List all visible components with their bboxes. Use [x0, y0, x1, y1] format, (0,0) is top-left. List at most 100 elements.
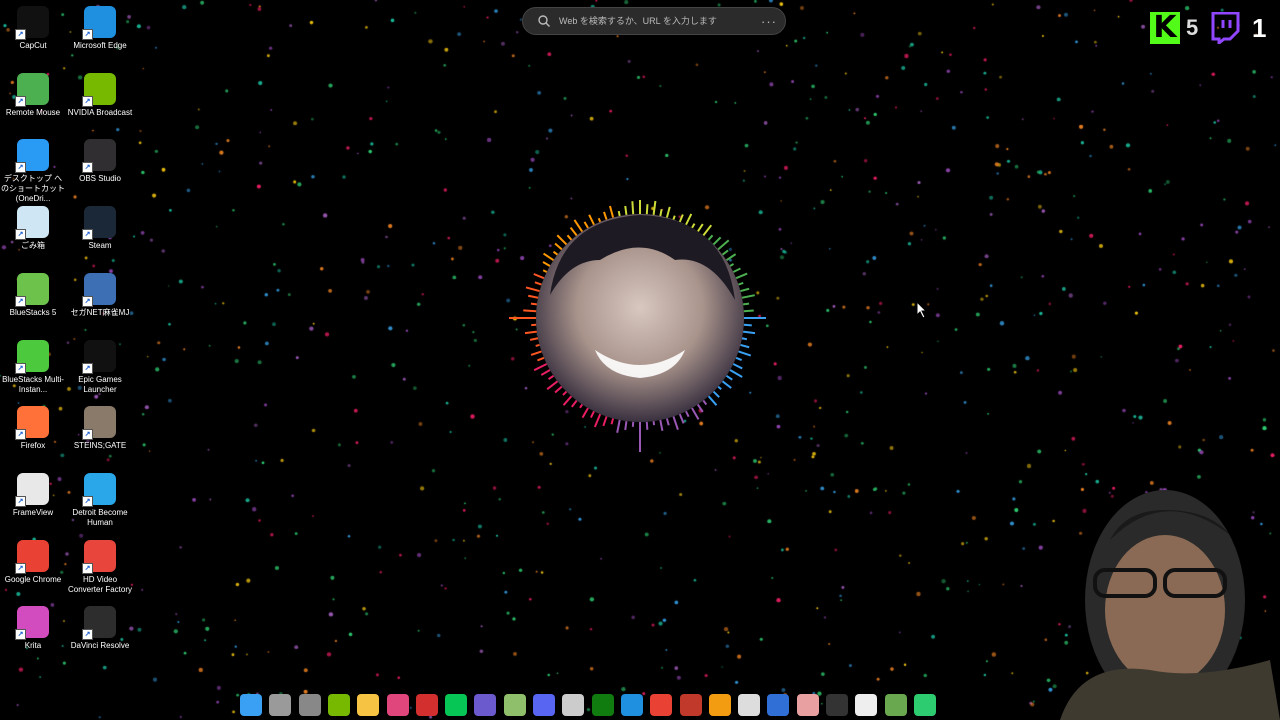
epic-games-icon: ↗ [82, 339, 116, 374]
desktop-shortcut[interactable]: ↗ DaVinci Resolve [67, 606, 133, 651]
visualizer-bar [617, 210, 621, 217]
desktop-shortcut[interactable]: ↗ デスクトップ へのショートカット (OneDri... [0, 139, 66, 204]
minecraft-icon[interactable] [884, 694, 907, 716]
settings-icon[interactable] [298, 694, 321, 716]
desktop-shortcut-label: Detroit Become Human [72, 507, 128, 527]
visualizer-bar [566, 234, 573, 241]
shortcut-arrow-icon: ↗ [15, 562, 26, 574]
desktop-shortcut[interactable]: ↗ Detroit Become Human [67, 472, 133, 528]
desktop-shortcut[interactable]: ↗ Remote Mouse [0, 72, 66, 118]
shortcut-arrow-icon: ↗ [15, 295, 26, 307]
visualizer-bar [533, 273, 545, 280]
visualizer-bar [581, 407, 589, 419]
visualizer-bar [554, 385, 563, 394]
desktop-shortcut-label: BlueStacks 5 [9, 307, 57, 317]
record-icon[interactable] [415, 694, 438, 716]
game-app-icon[interactable] [679, 694, 702, 716]
visualizer-bar [735, 272, 748, 280]
edge-icon[interactable] [620, 694, 643, 716]
calendar-app-icon[interactable] [767, 694, 790, 716]
desktop-shortcut[interactable]: ↗ OBS Studio [67, 139, 133, 184]
desktop-shortcut-label: デスクトップ へのショートカット (OneDri... [1, 174, 65, 204]
nvidia-icon[interactable] [327, 694, 350, 716]
shortcut-arrow-icon: ↗ [82, 362, 93, 374]
twitch-logo-icon [1211, 12, 1240, 44]
file-explorer-icon[interactable] [357, 694, 380, 716]
desktop-shortcut[interactable]: ↗ ごみ箱 [0, 206, 66, 251]
desktop-shortcut[interactable]: ↗ HD Video Converter Factory [67, 539, 133, 595]
capcut-icon: ↗ [15, 6, 49, 40]
visualizer-bar [721, 249, 729, 256]
visualizer-bar [631, 201, 635, 215]
vue-app-icon[interactable] [503, 694, 526, 716]
visualizer-bar [546, 380, 559, 391]
desktop-shortcut[interactable]: ↗ NVIDIA Broadcast [67, 72, 133, 118]
visualizer-bar [534, 281, 542, 286]
visualizer-bar [547, 374, 555, 380]
shortcut-arrow-icon: ↗ [15, 429, 26, 441]
visualizer-bar [678, 214, 684, 223]
krita-icon: ↗ [15, 606, 49, 641]
green-app-icon[interactable] [913, 694, 936, 716]
search-input[interactable] [557, 15, 757, 27]
line-icon[interactable] [445, 694, 468, 716]
desktop-shortcut[interactable]: ↗ Epic Games Launcher [67, 339, 133, 395]
visualizer-bar [717, 385, 722, 390]
lips-app-icon[interactable] [386, 694, 409, 716]
visualizer-bar [740, 287, 750, 293]
more-options-icon[interactable]: ··· [761, 14, 777, 29]
visualizer-bar [702, 224, 713, 237]
visualizer-bar [741, 337, 748, 341]
desktop-shortcut[interactable]: ↗ STEINS;GATE [67, 406, 133, 451]
visualizer-bar [590, 410, 595, 418]
shortcut-arrow-icon: ↗ [15, 629, 26, 641]
visualizer-bar [729, 263, 735, 267]
visualizer-bar [743, 309, 754, 313]
visualizer-bar [579, 403, 584, 409]
mouse-cursor-icon [916, 301, 928, 319]
sd-app-icon[interactable] [855, 694, 878, 716]
image-app-icon[interactable] [796, 694, 819, 716]
desktop-shortcut-label: Krita [24, 641, 42, 651]
store-bag-icon[interactable] [562, 694, 585, 716]
visualizer-bar [707, 395, 718, 406]
desktop-shortcut[interactable]: ↗ Firefox [0, 406, 66, 451]
desktop-shortcut-label: ごみ箱 [21, 241, 45, 251]
shortcut-arrow-icon: ↗ [15, 162, 26, 174]
desktop-shortcut-label: CapCut [19, 41, 47, 50]
desktop-shortcut-label: Microsoft Edge [73, 41, 127, 50]
desktop-shortcut[interactable]: ↗ BlueStacks 5 [0, 272, 66, 318]
chat-app-icon[interactable] [474, 694, 497, 716]
desktop-shortcut[interactable]: ↗ Krita [0, 606, 66, 651]
desktop-shortcut[interactable]: ↗ Steam [67, 206, 133, 251]
kick-viewer-count: 5 [1186, 15, 1199, 40]
firefox-icon: ↗ [15, 406, 49, 441]
visualizer-bar [609, 205, 615, 218]
desktop-shortcut[interactable]: ↗ FrameView [0, 472, 66, 518]
coin-app-icon[interactable] [708, 694, 731, 716]
chrome-icon: ↗ [15, 539, 49, 574]
discord-icon[interactable] [533, 694, 555, 716]
browser-search-bar[interactable]: ··· [522, 7, 786, 35]
visualizer-bar [588, 214, 595, 226]
visualizer-bar [738, 350, 752, 357]
visualizer-bar [535, 343, 540, 347]
visualizer-bar [707, 234, 714, 241]
dark-app-icon[interactable] [826, 694, 848, 716]
desktop-shortcut[interactable]: ↗ BlueStacks Multi-Instan... [0, 339, 66, 395]
desktop-shortcut[interactable]: ↗ Google Chrome [0, 539, 66, 585]
desktop-shortcut[interactable]: ↗ Microsoft Edge [67, 6, 133, 51]
task-view-icon[interactable] [269, 694, 292, 716]
chrome-icon[interactable] [650, 694, 673, 716]
visualizer-bar [523, 309, 537, 313]
desktop-shortcut[interactable]: ↗ セガNET麻雀MJ [67, 272, 133, 318]
arrow-app-icon[interactable] [738, 694, 761, 716]
visualizer-bar [569, 226, 578, 237]
visualizer-bar [691, 223, 696, 229]
nvidia-broadcast-icon: ↗ [82, 72, 116, 107]
visualizer-bar [573, 219, 584, 233]
windows-start-icon[interactable] [240, 694, 262, 716]
desktop-shortcut[interactable]: ↗ CapCut [0, 6, 66, 51]
visualizer-bar [725, 374, 733, 381]
xbox-icon[interactable] [591, 694, 614, 716]
